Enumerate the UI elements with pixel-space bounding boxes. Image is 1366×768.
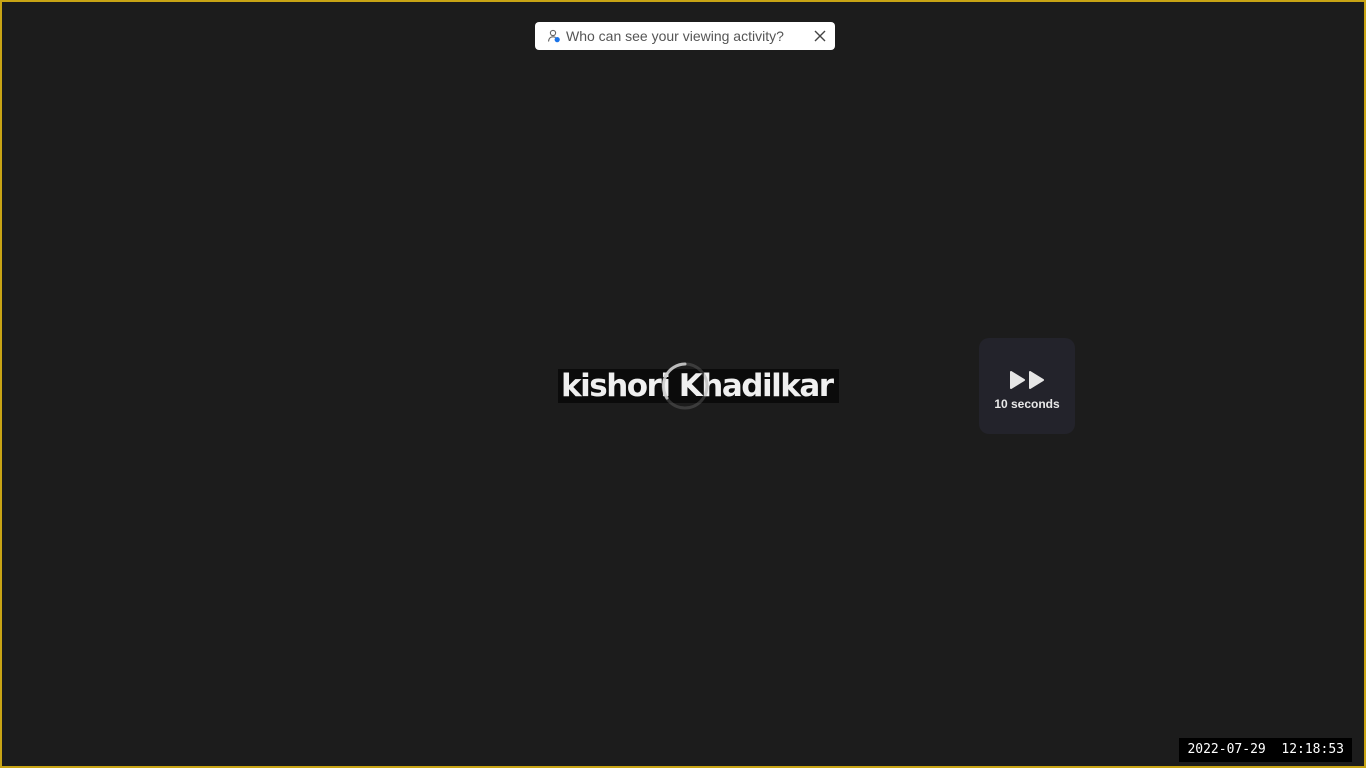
spinner-icon bbox=[661, 362, 709, 410]
close-button[interactable] bbox=[805, 22, 835, 50]
privacy-banner[interactable]: Who can see your viewing activity? bbox=[535, 22, 835, 50]
privacy-banner-text[interactable]: Who can see your viewing activity? bbox=[566, 28, 805, 44]
skip-forward-button[interactable]: 10 seconds bbox=[979, 338, 1075, 434]
video-player[interactable]: Who can see your viewing activity? kisho… bbox=[0, 0, 1366, 768]
fast-forward-icon bbox=[1010, 371, 1044, 389]
skip-forward-label: 10 seconds bbox=[994, 397, 1060, 411]
timestamp: 2022-07-29 12:18:53 bbox=[1179, 738, 1352, 762]
close-icon bbox=[814, 30, 826, 42]
person-privacy-icon bbox=[547, 29, 561, 43]
